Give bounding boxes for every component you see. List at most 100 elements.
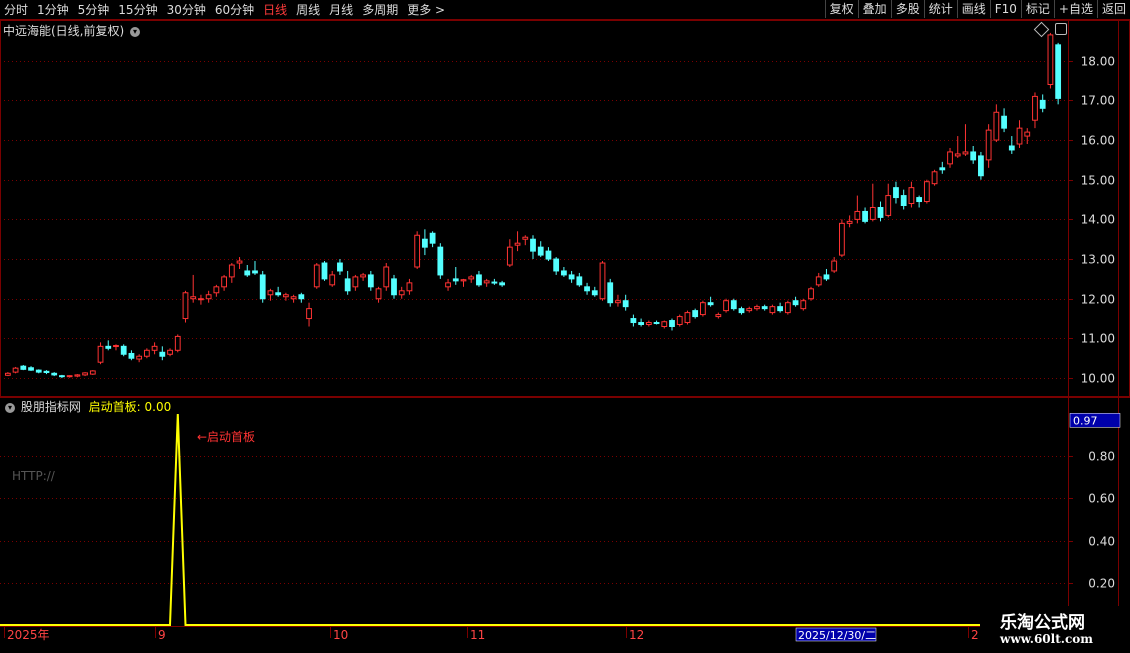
candle-down bbox=[823, 274, 830, 280]
indicator-pane-header: ▾ 股朋指标网 启动首板: 0.00 bbox=[3, 398, 171, 415]
period-tab[interactable]: 5分钟 bbox=[78, 1, 110, 18]
candle-down bbox=[537, 246, 544, 256]
candle-down bbox=[298, 294, 305, 300]
candle-down bbox=[275, 292, 282, 296]
candle-down bbox=[252, 270, 258, 274]
period-tab[interactable]: 分时 bbox=[4, 1, 28, 18]
candle-down bbox=[244, 270, 251, 276]
candle-down bbox=[622, 300, 629, 308]
candle-up bbox=[661, 321, 668, 327]
candle-up bbox=[506, 246, 513, 266]
candle-up bbox=[306, 308, 312, 320]
candle-up bbox=[746, 308, 753, 312]
candle-up bbox=[615, 300, 621, 304]
toolbar-button[interactable]: 复权 bbox=[824, 0, 858, 18]
chart-area[interactable]: 18.00 17.00 16.00 15.00 14.00 13.00 12.00 11.00… bbox=[0, 20, 1130, 650]
period-tab[interactable]: 月线 bbox=[329, 1, 353, 18]
indicator-name[interactable]: 股朋指标网 bbox=[21, 400, 81, 414]
candle-down bbox=[738, 308, 745, 314]
candle-up bbox=[360, 274, 366, 278]
candle-down bbox=[421, 238, 428, 248]
candle-up bbox=[846, 220, 853, 224]
toolbar-button[interactable]: 返回 bbox=[1096, 0, 1130, 18]
price-tick-label: 16.00 bbox=[1081, 134, 1115, 148]
candle-up bbox=[445, 282, 451, 288]
candle-down bbox=[939, 167, 946, 171]
candle-down bbox=[259, 274, 266, 300]
candle-down bbox=[452, 278, 459, 282]
candle-up bbox=[375, 288, 382, 300]
price-tick-label: 11.00 bbox=[1081, 332, 1115, 346]
candle-down bbox=[530, 238, 536, 252]
price-tick-label: 13.00 bbox=[1081, 253, 1115, 267]
candle-down bbox=[638, 322, 645, 326]
watermark-text: HTTP:// bbox=[12, 469, 55, 483]
candle-up bbox=[800, 300, 807, 310]
grid-layer bbox=[0, 20, 1130, 650]
period-tab[interactable]: 60分钟 bbox=[215, 1, 254, 18]
price-tick-label: 14.00 bbox=[1081, 213, 1115, 227]
candle-up bbox=[398, 290, 405, 296]
candle-down bbox=[321, 262, 328, 280]
candle-up bbox=[723, 300, 729, 312]
candle-down bbox=[877, 206, 884, 218]
signal-annotation: ←启动首板 bbox=[197, 430, 256, 444]
candle-up bbox=[167, 349, 173, 355]
candle-down bbox=[777, 306, 784, 312]
candle-up bbox=[136, 355, 143, 360]
toolbar-button[interactable]: 叠加 bbox=[857, 0, 891, 18]
candle-down bbox=[437, 246, 444, 276]
period-tab[interactable]: 更多 > bbox=[407, 1, 445, 18]
candle-up bbox=[213, 286, 220, 294]
period-tab[interactable]: 多周期 bbox=[362, 1, 398, 18]
price-tick-label: 17.00 bbox=[1081, 94, 1115, 108]
candle-up bbox=[808, 288, 814, 300]
signal-line bbox=[0, 413, 1120, 626]
period-tab[interactable]: 1分钟 bbox=[37, 1, 69, 18]
candle-up bbox=[676, 316, 683, 326]
chevron-down-icon[interactable]: ▾ bbox=[5, 402, 15, 413]
candle-up bbox=[414, 234, 421, 268]
candle-up bbox=[198, 298, 204, 301]
candle-down bbox=[51, 372, 58, 376]
toolbar-button[interactable]: +自选 bbox=[1053, 0, 1097, 18]
toolbar-button[interactable]: 多股 bbox=[890, 0, 924, 18]
kline-chart-svg[interactable]: 18.00 17.00 16.00 15.00 14.00 13.00 12.00 11.00… bbox=[0, 20, 1130, 650]
window-toggle-icon[interactable] bbox=[1055, 23, 1067, 35]
indicator-tick-label: 0.40 bbox=[1088, 535, 1115, 549]
candle-down bbox=[761, 306, 768, 310]
toolbar-button[interactable]: 画线 bbox=[956, 0, 990, 18]
candle-down bbox=[653, 322, 660, 325]
candle-down bbox=[669, 320, 675, 327]
candle-down bbox=[28, 367, 34, 371]
candle-down bbox=[792, 300, 799, 306]
period-tab[interactable]: 15分钟 bbox=[118, 1, 157, 18]
candle-down bbox=[970, 151, 977, 161]
chevron-down-icon[interactable]: ▾ bbox=[130, 26, 141, 37]
period-tab[interactable]: 30分钟 bbox=[167, 1, 206, 18]
candle-down bbox=[1055, 44, 1062, 99]
toolbar-button[interactable]: 统计 bbox=[923, 0, 957, 18]
candle-down bbox=[692, 310, 699, 318]
candle-down bbox=[391, 278, 397, 296]
candle-up bbox=[143, 349, 150, 357]
period-tab[interactable]: 日线 bbox=[263, 1, 287, 18]
toolbar-button[interactable]: 标记 bbox=[1020, 0, 1054, 18]
toolbar-button[interactable]: F10 bbox=[989, 0, 1021, 18]
site-watermark: 乐淘公式网 www.60lt.com bbox=[980, 606, 1130, 650]
candle-up bbox=[74, 374, 81, 377]
x-axis-label: 2025年 bbox=[7, 628, 50, 642]
candle-up bbox=[931, 171, 938, 185]
candle-up bbox=[4, 372, 11, 376]
candle-down bbox=[429, 232, 436, 244]
candle-up bbox=[82, 372, 88, 376]
period-tab[interactable]: 周线 bbox=[296, 1, 320, 18]
candle-up bbox=[1024, 131, 1031, 137]
price-tick-label: 18.00 bbox=[1081, 55, 1115, 69]
indicator-tick-label: 0.60 bbox=[1088, 492, 1115, 506]
candle-down bbox=[337, 262, 343, 272]
candle-up bbox=[784, 302, 791, 314]
candle-up bbox=[885, 195, 892, 216]
candle-down bbox=[1001, 115, 1007, 129]
candle-up bbox=[854, 210, 861, 220]
